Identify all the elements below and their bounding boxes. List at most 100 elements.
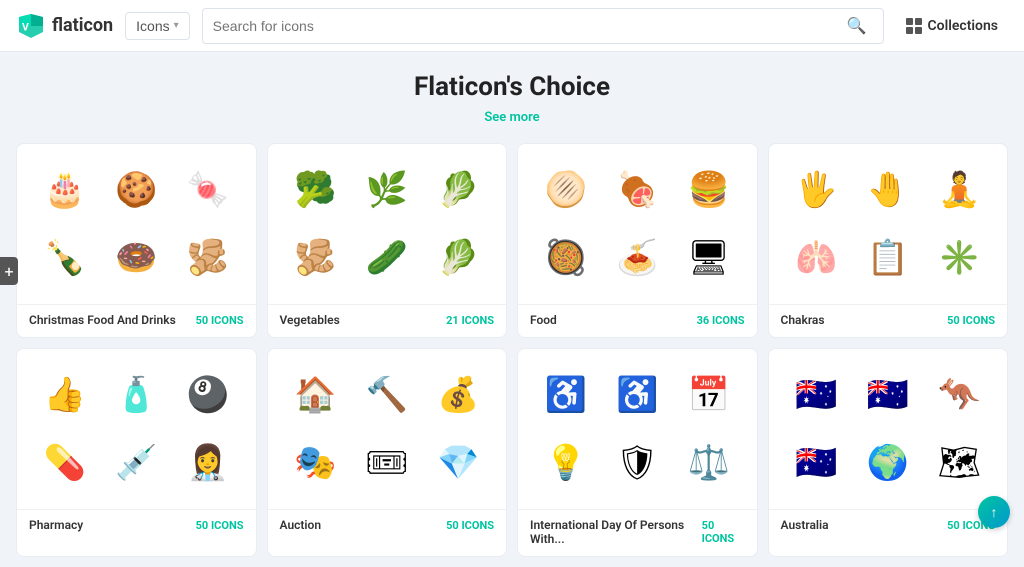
icon-cell: 🖐 <box>781 156 853 224</box>
icon-cell: 🥒 <box>351 224 423 292</box>
icon-cell: 🍝 <box>602 224 674 292</box>
collections-icon <box>906 18 922 34</box>
icon-cell: 🧘 <box>924 156 996 224</box>
card-count: 50 ICONS <box>196 519 244 532</box>
add-button[interactable]: + <box>0 257 18 285</box>
card-name: Chakras <box>781 313 825 327</box>
icon-cell: 🧴 <box>101 361 173 429</box>
collection-card[interactable]: 🏠🔨💰 🎭🎟💎 Auction 50 ICONS <box>267 348 508 557</box>
card-icons-grid: 🫓🍖🍔 🥘🍝🖥 <box>518 144 757 304</box>
card-footer: Pharmacy 50 ICONS <box>17 509 256 542</box>
search-input[interactable] <box>213 18 841 34</box>
collection-card[interactable]: 🥦🌿🥬 🫚🥒🥬 Vegetables 21 ICONS <box>267 143 508 338</box>
icon-cell: 🥦 <box>280 156 352 224</box>
icon-cell: 🏠 <box>280 361 352 429</box>
card-icons-grid: 👍🧴🎱💊💉👩‍⚕️ <box>17 349 256 509</box>
icon-cell: 💰 <box>423 361 495 429</box>
icon-cell: 🎭 <box>280 429 352 497</box>
icon-cell: ♿ <box>530 361 602 429</box>
icon-cell: 🍩 <box>101 224 173 292</box>
icon-cell: ✳️ <box>924 224 996 292</box>
logo-text: flaticon <box>52 15 113 36</box>
logo-icon: V <box>16 11 46 41</box>
icon-cell: 🛡 <box>602 429 674 497</box>
icon-cell: 📋 <box>852 224 924 292</box>
icon-cell: 🎂 <box>29 156 101 224</box>
card-name: Auction <box>280 518 322 532</box>
card-icons-grid: 🖐🤚🧘 🫁📋✳️ <box>769 144 1008 304</box>
svg-text:V: V <box>22 20 29 33</box>
see-more-area: See more <box>16 106 1008 125</box>
card-footer: Auction 50 ICONS <box>268 509 507 542</box>
card-name: Australia <box>781 518 829 532</box>
collections-button[interactable]: Collections <box>896 13 1008 39</box>
icon-cell: 👩‍⚕️ <box>172 429 244 497</box>
icon-cell: 💎 <box>423 429 495 497</box>
card-count: 50 ICONS <box>446 519 494 532</box>
icon-cell: 🫚 <box>280 224 352 292</box>
collection-card[interactable]: 🇦🇺🇦🇺🦘🇦🇺🌍🗺 Australia 50 ICONS <box>768 348 1009 557</box>
icon-cell: 🌿 <box>351 156 423 224</box>
icon-cell: 💊 <box>29 429 101 497</box>
icon-cell: 🍪 <box>101 156 173 224</box>
icon-cell: 🤚 <box>852 156 924 224</box>
icon-cell: 🥬 <box>423 224 495 292</box>
icon-cell: ♿ <box>602 361 674 429</box>
collection-card[interactable]: 🫓🍖🍔 🥘🍝🖥 Food 36 ICONS <box>517 143 758 338</box>
card-footer: Christmas Food And Drinks 50 ICONS <box>17 304 256 337</box>
card-icons-grid: 🥦🌿🥬 🫚🥒🥬 <box>268 144 507 304</box>
icon-cell: 🫁 <box>781 224 853 292</box>
card-footer: International Day Of Persons With... 50 … <box>518 509 757 556</box>
card-count: 36 ICONS <box>697 314 745 327</box>
card-footer: Australia 50 ICONS <box>769 509 1008 542</box>
collections-label: Collections <box>928 18 998 34</box>
icon-cell: 🗺 <box>924 429 996 497</box>
see-more-link[interactable]: See more <box>484 110 539 125</box>
icon-cell: 🖥 <box>673 224 745 292</box>
icon-cell: 🍔 <box>673 156 745 224</box>
card-icons-grid: 🎂🍪🍬 🍾🍩🫚 <box>17 144 256 304</box>
card-name: Christmas Food And Drinks <box>29 313 176 327</box>
card-count: 50 ICONS <box>196 314 244 327</box>
card-name: Pharmacy <box>29 518 83 532</box>
icon-cell: 🫓 <box>530 156 602 224</box>
card-count: 50 ICONS <box>702 519 745 545</box>
card-footer: Food 36 ICONS <box>518 304 757 337</box>
card-icons-grid: 🇦🇺🇦🇺🦘🇦🇺🌍🗺 <box>769 349 1008 509</box>
icon-cell: 🍾 <box>29 224 101 292</box>
icon-cell: 👍 <box>29 361 101 429</box>
icon-cell: 🍖 <box>602 156 674 224</box>
search-button[interactable]: 🔍 <box>841 14 873 38</box>
card-icons-grid: 🏠🔨💰 🎭🎟💎 <box>268 349 507 509</box>
icon-cell: 🥬 <box>423 156 495 224</box>
section-title: Flaticon's Choice <box>16 72 1008 102</box>
collection-card[interactable]: 👍🧴🎱💊💉👩‍⚕️ Pharmacy 50 ICONS <box>16 348 257 557</box>
card-count: 21 ICONS <box>446 314 494 327</box>
icon-cell: 📅 <box>673 361 745 429</box>
icon-cell: 🍬 <box>172 156 244 224</box>
icons-nav-label: Icons <box>136 18 169 34</box>
icon-cell: 🎟 <box>351 429 423 497</box>
icon-cell: 💉 <box>101 429 173 497</box>
icon-cell: 🥘 <box>530 224 602 292</box>
card-grid: 🎂🍪🍬🍾🍩🫚 Christmas Food And Drinks 50 ICON… <box>16 143 1008 557</box>
icon-cell: 🇦🇺 <box>781 429 853 497</box>
collection-card[interactable]: ♿♿📅💡🛡⚖️ International Day Of Persons Wit… <box>517 348 758 557</box>
card-footer: Chakras 50 ICONS <box>769 304 1008 337</box>
card-name: Vegetables <box>280 313 340 327</box>
logo[interactable]: V flaticon <box>16 11 113 41</box>
icon-cell: 🔨 <box>351 361 423 429</box>
icon-cell: ⚖️ <box>673 429 745 497</box>
icon-cell: 🌍 <box>852 429 924 497</box>
collection-card[interactable]: 🎂🍪🍬 🍾🍩🫚 Christmas Food And Drinks 50 ICON… <box>16 143 257 338</box>
icon-cell: 💡 <box>530 429 602 497</box>
header: V flaticon Icons ▾ 🔍 Collections <box>0 0 1024 52</box>
card-footer: Vegetables 21 ICONS <box>268 304 507 337</box>
collection-card[interactable]: 🖐🤚🧘 🫁📋✳️ Chakras 50 ICONS <box>768 143 1009 338</box>
icons-nav-button[interactable]: Icons ▾ <box>125 12 190 40</box>
icon-cell: 🦘 <box>924 361 996 429</box>
icon-cell: 🫚 <box>172 224 244 292</box>
scroll-top-button[interactable]: ↑ <box>978 496 1010 528</box>
chevron-down-icon: ▾ <box>174 20 179 31</box>
search-bar: 🔍 <box>202 8 884 44</box>
